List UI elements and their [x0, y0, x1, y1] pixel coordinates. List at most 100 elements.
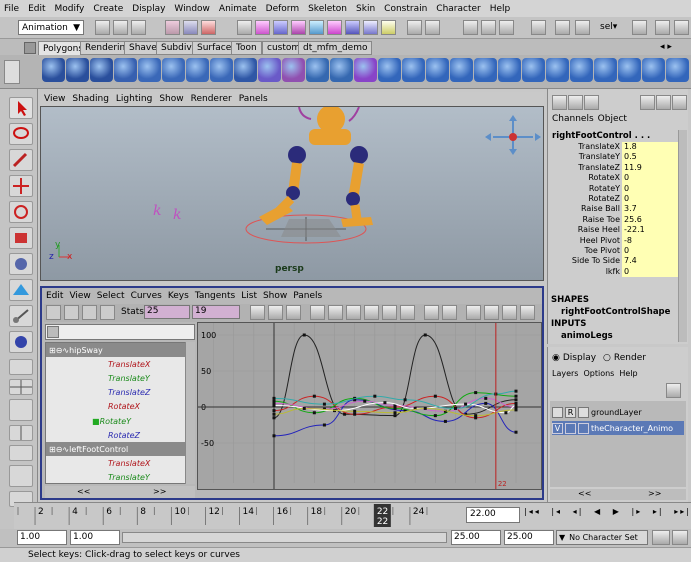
shelf-tool-icon[interactable]: [186, 58, 209, 82]
shape-node[interactable]: rightFootControlShape: [561, 307, 670, 317]
paint-select-icon[interactable]: [9, 149, 33, 171]
rotate-tool-icon[interactable]: [9, 201, 33, 223]
layer-row[interactable]: V theCharacter_Animo: [552, 421, 684, 435]
playback-end-field[interactable]: 25.00: [451, 530, 501, 545]
selection-field[interactable]: sel▾: [600, 22, 617, 32]
keyframe[interactable]: [272, 404, 276, 408]
menu-display[interactable]: Display: [132, 4, 165, 14]
snap-curve-icon[interactable]: [463, 20, 478, 35]
scale-tool-icon[interactable]: [9, 227, 33, 249]
options-menu[interactable]: Options: [583, 369, 614, 378]
menu-set-dropdown[interactable]: Animation ▼: [18, 20, 84, 35]
graph-menu-select[interactable]: Select: [97, 291, 125, 301]
keyframe[interactable]: [514, 394, 518, 398]
shelf-tool-icon[interactable]: [378, 58, 401, 82]
linear-tangent-icon[interactable]: [346, 305, 361, 320]
channel-box-toggle-icon[interactable]: [632, 20, 647, 35]
keyframe[interactable]: [272, 434, 276, 438]
show-manipulator-icon[interactable]: [9, 305, 33, 327]
keyframe[interactable]: [353, 412, 357, 416]
keyframe[interactable]: [514, 404, 518, 408]
clamped-tangent-icon[interactable]: [328, 305, 343, 320]
shelf-tool-icon[interactable]: [42, 58, 65, 82]
menu-character[interactable]: Character: [436, 4, 480, 14]
end-time-field[interactable]: 25.00: [504, 530, 554, 545]
layout-hypergraph-icon[interactable]: [9, 465, 33, 487]
keyframe[interactable]: [504, 411, 508, 415]
lock-icon[interactable]: [407, 20, 422, 35]
menu-constrain[interactable]: Constrain: [384, 4, 427, 14]
time-slider[interactable]: 246810121416182022242222 22.00 |◂◂ |◂ ◂|…: [14, 502, 691, 529]
outliner-attribute[interactable]: TranslateY: [46, 371, 194, 385]
shelf-tool-icon[interactable]: [66, 58, 89, 82]
menu-window[interactable]: Window: [174, 4, 210, 14]
buffer-curve-icon[interactable]: [424, 305, 439, 320]
shelf-tool-icon[interactable]: [426, 58, 449, 82]
channel-row[interactable]: RotateZ 0: [547, 194, 687, 205]
shelf-tool-icon[interactable]: [234, 58, 257, 82]
keyframe[interactable]: [474, 414, 478, 418]
viewport-menu-panels[interactable]: Panels: [239, 94, 268, 104]
mask-handles-icon[interactable]: [255, 20, 270, 35]
keyframe[interactable]: [312, 394, 316, 398]
attribute-editor-icon[interactable]: [584, 95, 599, 110]
lock-weight-icon[interactable]: [520, 305, 535, 320]
swap-buffer-icon[interactable]: [442, 305, 457, 320]
channel-row[interactable]: RotateX 0: [547, 173, 687, 184]
layer-color-swatch[interactable]: [578, 406, 589, 418]
current-time-field[interactable]: 22.00: [466, 507, 520, 523]
new-layer-icon[interactable]: [666, 383, 681, 398]
stats-time-field[interactable]: 25: [144, 305, 190, 319]
shelf-tool-icon[interactable]: [138, 58, 161, 82]
lattice-deform-icon[interactable]: [100, 305, 115, 320]
shelf-tool-icon[interactable]: [90, 58, 113, 82]
mask-rendering-icon[interactable]: [363, 20, 378, 35]
playback-start-field[interactable]: 1.00: [70, 530, 120, 545]
keyframe[interactable]: [403, 398, 407, 402]
graph-menu-view[interactable]: View: [69, 291, 90, 301]
break-tangent-icon[interactable]: [466, 305, 481, 320]
input-node[interactable]: animoLegs: [561, 331, 613, 341]
outliner-node[interactable]: ⊞⊖∿ leftFootControl: [46, 442, 194, 457]
tool-settings-panel-icon[interactable]: [640, 95, 655, 110]
new-scene-icon[interactable]: [95, 20, 110, 35]
keyframe[interactable]: [474, 391, 478, 395]
spline-tangent-icon[interactable]: [310, 305, 325, 320]
outliner-hscroll[interactable]: << >>: [45, 486, 195, 498]
keyframe[interactable]: [393, 414, 397, 418]
keyframe[interactable]: [454, 406, 457, 410]
free-weight-icon[interactable]: [502, 305, 517, 320]
tab-toon[interactable]: Toon: [231, 41, 262, 55]
tool-settings-icon[interactable]: [674, 20, 689, 35]
layout-single-icon[interactable]: [9, 359, 33, 375]
mask-curves-icon[interactable]: [291, 20, 306, 35]
outliner-attribute[interactable]: TranslateY: [46, 471, 194, 483]
channel-row[interactable]: Side To Side 7.4: [547, 256, 687, 267]
keyframe[interactable]: [322, 402, 326, 406]
unify-tangent-icon[interactable]: [484, 305, 499, 320]
keyframe[interactable]: [423, 333, 427, 337]
keyframe[interactable]: [393, 411, 397, 415]
channel-box-scrollbar[interactable]: [678, 130, 687, 342]
menu-skin[interactable]: Skin: [356, 4, 375, 14]
layer-visibility-toggle[interactable]: V: [552, 422, 563, 434]
layout-graph-icon[interactable]: [9, 445, 33, 461]
manipulator-tool-icon[interactable]: [9, 253, 33, 275]
frame-playback-icon[interactable]: [268, 305, 283, 320]
mask-icon[interactable]: [237, 20, 252, 35]
graph-menu-keys[interactable]: Keys: [168, 291, 189, 301]
viewport-menu-lighting[interactable]: Lighting: [116, 94, 152, 104]
start-time-field[interactable]: 1.00: [17, 530, 67, 545]
layer-editor-icon[interactable]: [568, 95, 583, 110]
keyframe[interactable]: [514, 408, 518, 412]
layer-name[interactable]: groundLayer: [591, 408, 642, 417]
keyframe[interactable]: [433, 414, 437, 418]
shelf-tool-icon[interactable]: [666, 58, 689, 82]
snap-grid-icon[interactable]: [425, 20, 440, 35]
outliner-attribute[interactable]: TranslateX: [46, 357, 194, 371]
outliner-attribute[interactable]: ■ RotateY: [46, 414, 194, 428]
viewport-menu-renderer[interactable]: Renderer: [191, 94, 232, 104]
center-view-icon[interactable]: [286, 305, 301, 320]
shelf-tool-icon[interactable]: [210, 58, 233, 82]
mask-dynamics-icon[interactable]: [345, 20, 360, 35]
